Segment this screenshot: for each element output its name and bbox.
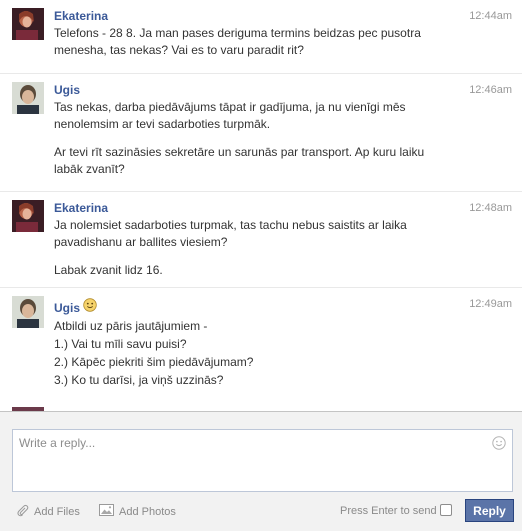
avatar[interactable] bbox=[12, 200, 44, 232]
message-item: Ekaterina 12:48am Ja nolemsiet sadarboti… bbox=[0, 192, 522, 288]
message-text: 3.) Ko tu darīsi, ja viņš uzzinās? bbox=[54, 373, 224, 387]
message-item: Ugis 12:49am Atbildi uz pāris jautājumie… bbox=[0, 288, 522, 411]
message-text: 2.) Kāpēc piekriti šim piedāvājumam? bbox=[54, 355, 254, 369]
message-timestamp: 12:48am bbox=[469, 202, 512, 214]
avatar[interactable] bbox=[12, 82, 44, 114]
sender-name[interactable]: Ekaterina bbox=[54, 8, 108, 24]
paperclip-icon bbox=[16, 504, 34, 520]
reply-box bbox=[12, 429, 513, 492]
message-thread[interactable]: Ekaterina 12:44am Telefons - 28 8. Ja ma… bbox=[0, 0, 522, 411]
message-text: 1.) Vai tu mīli savu puisi? bbox=[54, 337, 187, 351]
photo-icon bbox=[99, 504, 119, 519]
sender-name[interactable]: Ugis bbox=[54, 300, 80, 316]
message-item: Ekaterina 12:44am Telefons - 28 8. Ja ma… bbox=[0, 0, 522, 74]
message-text: Ja nolemsiet sadarboties turpmak, tas ta… bbox=[54, 218, 407, 249]
message-text: Labak zvanit lidz 16. bbox=[54, 263, 163, 277]
add-photos-label: Add Photos bbox=[119, 505, 176, 518]
avatar[interactable] bbox=[12, 296, 44, 328]
message-timestamp: 12:46am bbox=[469, 84, 512, 96]
reply-input[interactable] bbox=[19, 436, 484, 486]
sender-name[interactable]: Ekaterina bbox=[54, 200, 108, 216]
reply-button[interactable]: Reply bbox=[465, 499, 514, 522]
sender-name[interactable]: Ugis bbox=[54, 82, 80, 98]
press-enter-checkbox[interactable] bbox=[440, 504, 452, 516]
add-files-button[interactable]: Add Files bbox=[16, 504, 80, 520]
add-files-label: Add Files bbox=[34, 506, 80, 518]
message-timestamp: 12:49am bbox=[469, 298, 512, 310]
reply-composer: Add Files Add Photos Press Enter to send… bbox=[0, 411, 522, 531]
message-timestamp: 12:44am bbox=[469, 10, 512, 22]
message-text: Atbildi uz pāris jautājumiem - bbox=[54, 319, 208, 333]
message-text: Telefons - 28 8. Ja man pases deriguma t… bbox=[54, 26, 421, 57]
smiley-icon bbox=[83, 298, 98, 315]
press-enter-label: Press Enter to send bbox=[340, 505, 437, 517]
message-item: Ugis 12:46am Tas nekas, darba piedāvājum… bbox=[0, 74, 522, 192]
emoji-picker-icon[interactable] bbox=[492, 436, 506, 450]
add-photos-button[interactable]: Add Photos bbox=[99, 504, 176, 519]
message-text: Ar tevi rīt sazināsies sekretāre un saru… bbox=[54, 145, 425, 176]
avatar[interactable] bbox=[12, 8, 44, 40]
message-text: Tas nekas, darba piedāvājums tāpat ir ga… bbox=[54, 100, 406, 131]
